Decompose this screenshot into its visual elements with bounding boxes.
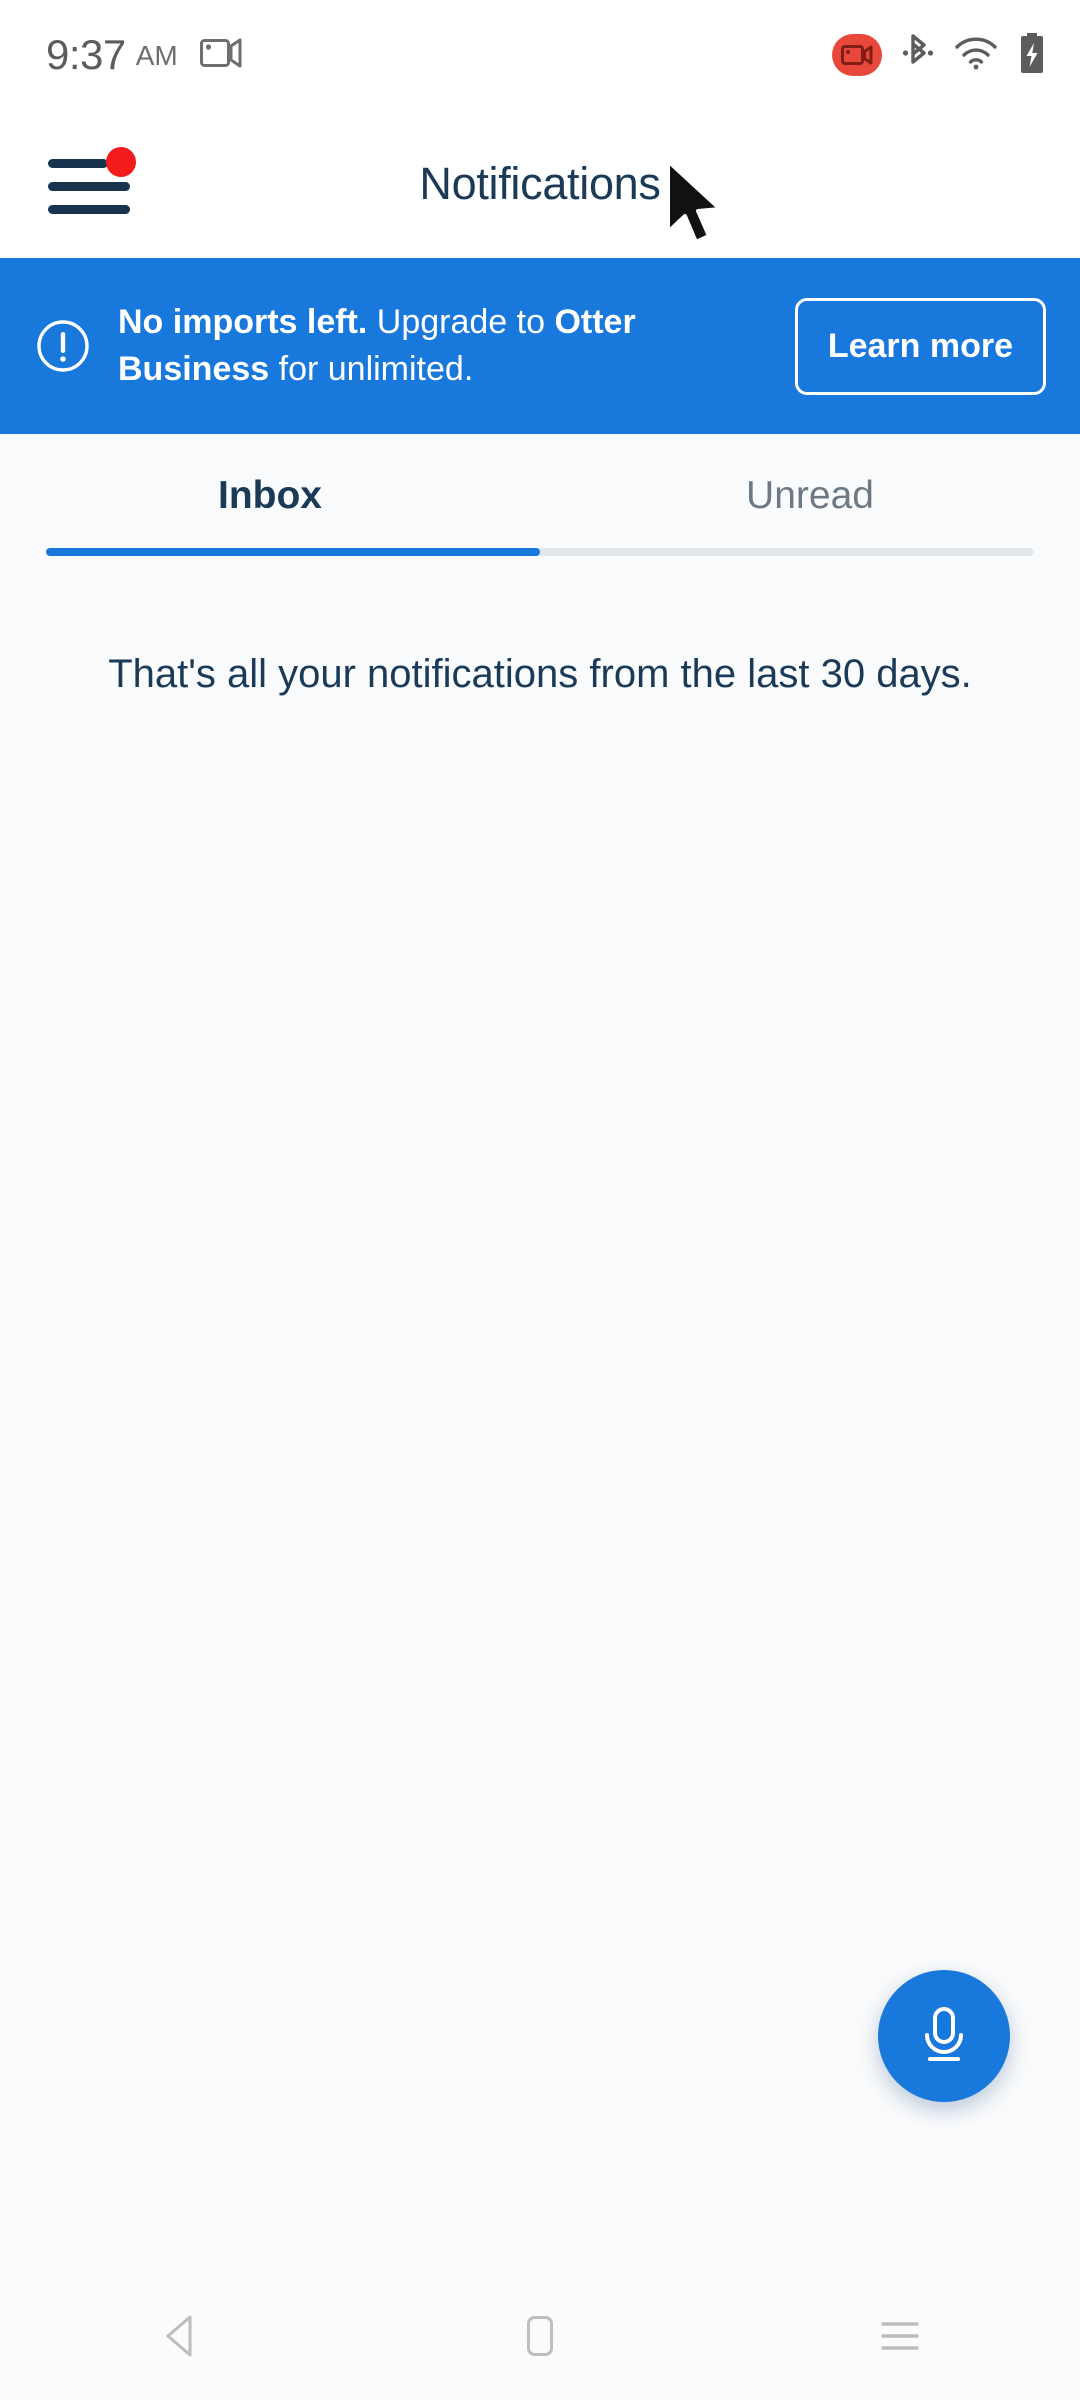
- hamburger-bar-bottom: [48, 205, 130, 214]
- nav-recents-button[interactable]: [720, 2276, 1080, 2400]
- tab-inbox[interactable]: Inbox: [0, 440, 540, 548]
- hamburger-menu-icon[interactable]: [48, 147, 136, 219]
- tabs-section: Inbox Unread: [0, 434, 1080, 556]
- tab-track: [46, 548, 1034, 556]
- back-triangle-icon: [160, 2312, 200, 2365]
- hamburger-bar-top: [48, 159, 108, 168]
- promo-banner-text: No imports left. Upgrade to Otter Busine…: [118, 299, 769, 393]
- alert-circle-icon: [34, 317, 92, 375]
- status-bar-left: 9:37 AM: [46, 34, 242, 76]
- phone-screen: 9:37 AM Notifications No imports left. U…: [0, 0, 1080, 2400]
- android-nav-bar: [0, 2276, 1080, 2400]
- empty-state-message: That's all your notifications from the l…: [108, 652, 972, 696]
- nav-home-button[interactable]: [360, 2276, 720, 2400]
- status-bar-right: [832, 31, 1046, 80]
- battery-charging-icon: [1018, 31, 1046, 80]
- learn-more-button[interactable]: Learn more: [794, 297, 1046, 395]
- home-square-icon: [521, 2312, 559, 2365]
- tab-active-indicator: [46, 548, 540, 556]
- status-bar: 9:37 AM: [0, 0, 1080, 110]
- nav-back-button[interactable]: [0, 2276, 360, 2400]
- notifications-content: That's all your notifications from the l…: [0, 556, 1080, 2276]
- recents-lines-icon: [878, 2316, 922, 2361]
- hamburger-bar-middle: [48, 182, 130, 191]
- screencast-icon: [199, 36, 242, 75]
- status-time: 9:37: [46, 31, 126, 78]
- tab-unread[interactable]: Unread: [540, 440, 1080, 548]
- status-ampm: AM: [135, 40, 178, 71]
- record-fab-button[interactable]: [878, 1970, 1010, 2102]
- tab-list: Inbox Unread: [0, 440, 1080, 548]
- promo-text-normal-2: for unlimited.: [269, 350, 474, 388]
- wifi-icon: [954, 35, 998, 76]
- page-title: Notifications: [419, 158, 661, 209]
- promo-text-bold-1: No imports left.: [118, 303, 368, 342]
- promo-banner: No imports left. Upgrade to Otter Busine…: [0, 258, 1080, 434]
- promo-text-normal-1: Upgrade to: [367, 303, 555, 342]
- microphone-icon: [914, 2002, 974, 2071]
- bluetooth-icon: [902, 32, 934, 79]
- screen-record-badge-icon: [832, 34, 882, 76]
- app-header: Notifications: [0, 110, 1080, 258]
- notification-dot: [106, 147, 136, 177]
